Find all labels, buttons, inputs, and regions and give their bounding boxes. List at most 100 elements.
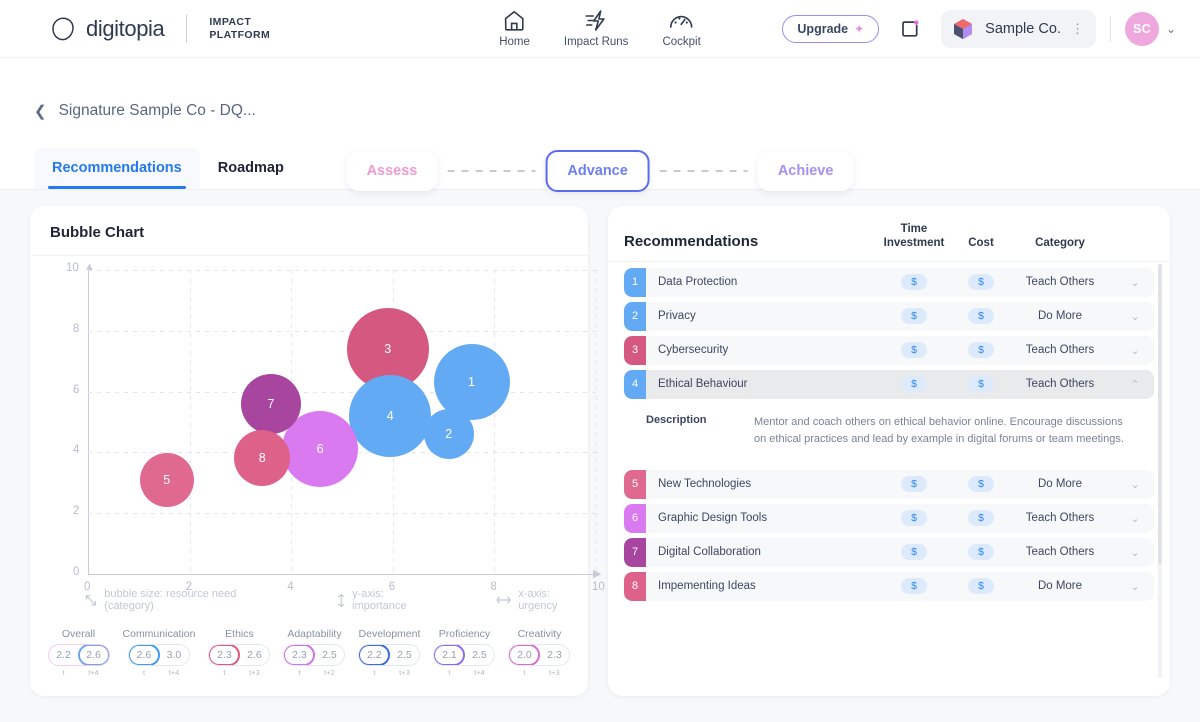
chevron-left-icon[interactable]: ❮: [34, 102, 47, 120]
score-value-target: 2.3: [547, 649, 562, 661]
chart-bubble[interactable]: 4: [349, 374, 432, 457]
resize-arrow-icon: [85, 594, 97, 605]
top-bar-right: Upgrade ✦ Sample Co. ⋮ SC ⌄: [782, 9, 1176, 48]
recommendations-scrollbar-thumb[interactable]: [1158, 264, 1162, 564]
recommendation-row[interactable]: 2 Privacy $ $ Do More ⌄: [624, 301, 1154, 331]
chevron-down-icon[interactable]: ⌄: [1116, 478, 1154, 491]
breadcrumb[interactable]: ❮ Signature Sample Co - DQ...: [34, 102, 256, 120]
time-investment-badge: $: [901, 578, 927, 595]
chart-bubble[interactable]: 7: [240, 373, 301, 434]
recommendation-time-investment[interactable]: $: [870, 544, 958, 561]
step-advance[interactable]: Advance: [545, 150, 650, 192]
score-card[interactable]: Proficiency 2.1 2.5 t t+4: [433, 628, 496, 677]
step-assess[interactable]: Assess: [346, 151, 438, 191]
chevron-down-icon[interactable]: ⌄: [1116, 546, 1154, 559]
org-switcher[interactable]: Sample Co. ⋮: [941, 9, 1096, 48]
recommendation-time-investment[interactable]: $: [870, 342, 958, 359]
recommendation-row[interactable]: 7 Digital Collaboration $ $ Teach Others…: [624, 537, 1154, 567]
score-value-target: 2.5: [472, 649, 487, 661]
tab-roadmap[interactable]: Roadmap: [200, 148, 302, 189]
top-bar-divider: [1109, 15, 1111, 42]
recommendations-title: Recommendations: [624, 232, 759, 250]
score-tick-target: t+2: [324, 668, 335, 677]
notifications-button[interactable]: [893, 11, 928, 46]
score-card[interactable]: Adaptability 2.3 2.5 t t+2: [283, 628, 346, 677]
score-highlight: [359, 645, 391, 665]
nav-item-cockpit[interactable]: Cockpit: [662, 9, 701, 48]
recommendation-time-investment[interactable]: $: [870, 510, 958, 527]
recommendation-row[interactable]: 6 Graphic Design Tools $ $ Teach Others …: [624, 503, 1154, 533]
recommendation-cost[interactable]: $: [958, 544, 1004, 561]
step-achieve[interactable]: Achieve: [757, 151, 854, 191]
description-label: Description: [646, 413, 707, 426]
recommendation-time-investment[interactable]: $: [870, 274, 958, 291]
recommendation-time-investment[interactable]: $: [870, 376, 958, 393]
recommendation-row[interactable]: 4 Ethical Behaviour $ $ Teach Others ⌃: [624, 369, 1154, 399]
recommendation-cost[interactable]: $: [958, 376, 1004, 393]
score-tick-current: t: [142, 668, 146, 677]
recommendation-cost[interactable]: $: [958, 308, 1004, 325]
brand-subtitle: IMPACT PLATFORM: [209, 16, 270, 42]
score-card[interactable]: Development 2.2 2.5 t t+3: [358, 628, 421, 677]
score-value-target: 2.5: [397, 649, 412, 661]
score-card-name: Communication: [122, 628, 196, 640]
main-content: Bubble Chart ▲ ▶ 0 2 4 6 8 10 0 2 4 6 8 10 12345678…: [0, 190, 1200, 696]
phase-stepper: Assess Advance Achieve: [346, 150, 854, 192]
nav-item-home[interactable]: Home: [499, 9, 530, 48]
leftright-arrow-icon: [496, 596, 511, 604]
chevron-down-icon[interactable]: ⌄: [1116, 512, 1154, 525]
chevron-down-icon[interactable]: ⌄: [1116, 310, 1154, 323]
chart-bubble[interactable]: 5: [139, 452, 194, 507]
score-card[interactable]: Communication 2.6 3.0 t t+4: [123, 628, 196, 677]
recommendation-row[interactable]: 8 Impementing Ideas $ $ Do More ⌄: [624, 571, 1154, 601]
score-tick-target: t+3: [399, 668, 410, 677]
brand-logo[interactable]: digitopia IMPACT PLATFORM: [50, 14, 270, 43]
cost-badge: $: [968, 376, 994, 393]
score-card[interactable]: Creativity 2.0 2.3 t t+3: [508, 628, 571, 677]
brand-divider: [186, 14, 188, 43]
recommendation-cost[interactable]: $: [958, 342, 1004, 359]
score-highlight: [209, 645, 241, 665]
recommendation-name: Impementing Ideas: [658, 580, 756, 593]
time-investment-badge: $: [901, 476, 927, 493]
chevron-down-icon[interactable]: ⌄: [1116, 276, 1154, 289]
score-tick-current: t: [298, 668, 301, 677]
chart-bubble[interactable]: 8: [234, 430, 291, 487]
recommendation-time-investment[interactable]: $: [870, 308, 958, 325]
score-value-current: 2.2: [56, 649, 71, 661]
chevron-down-icon[interactable]: ⌄: [1116, 344, 1154, 357]
recommendation-rank-badge: 1: [624, 267, 646, 297]
user-menu[interactable]: SC ⌄: [1124, 11, 1176, 46]
gauge-icon: [670, 15, 693, 28]
score-value-target: 2.6: [247, 649, 262, 661]
column-time-investment: Time Investment: [870, 222, 958, 251]
score-card-pill: 2.1 2.5: [433, 644, 496, 666]
recommendation-name: New Technologies: [658, 478, 752, 491]
recommendation-row[interactable]: 5 New Technologies $ $ Do More ⌄: [624, 469, 1154, 499]
recommendation-time-investment[interactable]: $: [870, 476, 958, 493]
score-card[interactable]: Ethics 2.3 2.6 t t+3: [208, 628, 271, 677]
chevron-down-icon[interactable]: ⌄: [1116, 580, 1154, 593]
recommendation-cost[interactable]: $: [958, 510, 1004, 527]
score-card-name: Development: [358, 628, 421, 640]
chevron-up-icon[interactable]: ⌃: [1116, 378, 1154, 391]
recommendation-cost[interactable]: $: [958, 578, 1004, 595]
recommendation-cost[interactable]: $: [958, 476, 1004, 493]
kebab-menu-icon[interactable]: ⋮: [1071, 22, 1084, 35]
nav-item-home-label: Home: [499, 36, 530, 48]
score-tick-current: t: [62, 668, 65, 677]
chart-bubble[interactable]: 2: [423, 409, 474, 460]
recommendation-time-investment[interactable]: $: [870, 578, 958, 595]
score-card[interactable]: Overall 2.2 2.6 t t+4: [47, 628, 110, 677]
upgrade-button[interactable]: Upgrade ✦: [782, 14, 880, 43]
recommendation-row[interactable]: 3 Cybersecurity $ $ Teach Others ⌄: [624, 335, 1154, 365]
recommendation-cost[interactable]: $: [958, 274, 1004, 291]
recommendation-row[interactable]: 1 Data Protection $ $ Teach Others ⌄: [624, 267, 1154, 297]
top-navigation: Home Impact Runs Cockpit: [499, 9, 701, 48]
recommendation-name: Graphic Design Tools: [658, 512, 768, 525]
tab-recommendations[interactable]: Recommendations: [34, 148, 200, 189]
nav-item-impact-runs[interactable]: Impact Runs: [564, 9, 628, 48]
chevron-down-icon: ⌄: [1165, 21, 1176, 36]
score-card-pill: 2.2 2.6: [47, 644, 110, 666]
score-card-pill: 2.2 2.5: [358, 644, 421, 666]
